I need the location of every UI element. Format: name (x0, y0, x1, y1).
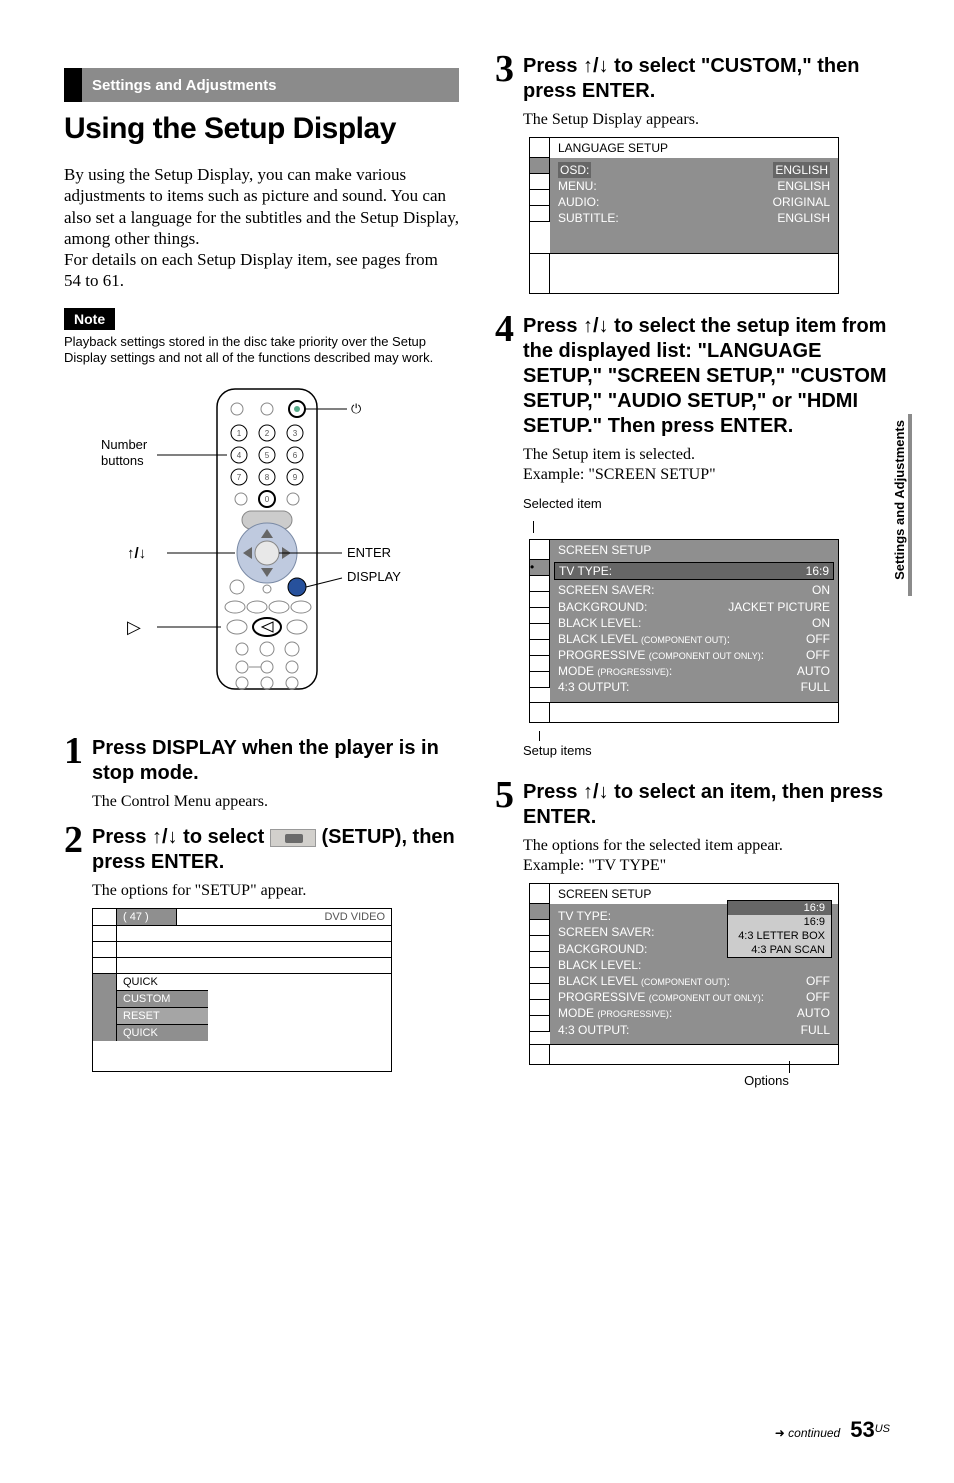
svg-text:buttons: buttons (101, 453, 144, 468)
setup-icon (270, 829, 316, 847)
svg-text:8: 8 (264, 473, 269, 482)
selected-item-label: Selected item (523, 496, 890, 511)
step-2: 2 Press ↑/↓ to select (SETUP), then pres… (64, 821, 459, 1072)
section-header: Settings and Adjustments (64, 68, 459, 102)
osd-language-setup: LANGUAGE SETUP OSD:ENGLISH MENU:ENGLISH … (529, 137, 839, 294)
step-4: 4 Press ↑/↓ to select the setup item fro… (495, 310, 890, 768)
page-footer: ➜ continued 53US (775, 1417, 890, 1443)
step-3-desc: The Setup Display appears. (523, 110, 890, 131)
step-4-heading: Press ↑/↓ to select the setup item from … (523, 314, 890, 439)
options-label: Options (643, 1073, 890, 1088)
step-2-heading: Press ↑/↓ to select (SETUP), then press … (92, 825, 459, 875)
step-1-heading: Press DISPLAY when the player is in stop… (92, 736, 459, 786)
svg-text:9: 9 (292, 473, 297, 482)
svg-text:6: 6 (292, 451, 297, 460)
section-header-text: Settings and Adjustments (82, 68, 459, 102)
page-title: Using the Setup Display (64, 112, 459, 146)
enter-label: ENTER (347, 545, 391, 560)
step-1: 1 Press DISPLAY when the player is in st… (64, 732, 459, 813)
setup-items-label: Setup items (523, 743, 890, 758)
power-icon-label: ⏻ (351, 401, 361, 416)
svg-text:4: 4 (236, 451, 241, 460)
svg-text:7: 7 (236, 473, 241, 482)
svg-text:1: 1 (236, 429, 241, 438)
note-text: Playback settings stored in the disc tak… (64, 334, 459, 368)
options-popup: 16:9 16:9 4:3 LETTER BOX 4:3 PAN SCAN (727, 900, 832, 958)
step-3: 3 Press ↑/↓ to select "CUSTOM," then pre… (495, 50, 890, 302)
svg-text:3: 3 (292, 429, 297, 438)
remote-diagram: ⏻ 1 2 3 4 5 6 7 8 9 0 Number (64, 383, 459, 708)
osd-setup-menu: ( 47 ) DVD VIDEO QUICK CUSTOM RESET (92, 908, 392, 1072)
note-label: Note (64, 308, 115, 330)
intro-paragraph: By using the Setup Display, you can make… (64, 164, 459, 292)
svg-text:▷: ▷ (127, 617, 141, 637)
osd-item-reset: RESET (117, 1008, 208, 1025)
osd-item-custom: CUSTOM (117, 991, 208, 1008)
osd-screen-setup: SCREEN SETUP • TV TYPE: 16:9 SCREEN SAVE… (529, 539, 839, 723)
side-tab-bar (908, 414, 912, 596)
step-2-desc: The options for "SETUP" appear. (92, 881, 459, 902)
svg-text:2: 2 (264, 429, 269, 438)
step-5-heading: Press ↑/↓ to select an item, then press … (523, 780, 890, 830)
step-5: 5 Press ↑/↓ to select an item, then pres… (495, 776, 890, 1088)
svg-text:0: 0 (264, 495, 269, 504)
display-label: DISPLAY (347, 569, 401, 584)
osd-tv-type: SCREEN SETUP TV TYPE:16:9 SCREEN SAVER: … (529, 883, 839, 1065)
arrow-icon: ➜ (775, 1426, 785, 1440)
svg-text:Number: Number (101, 437, 148, 452)
osd-item-quick2: QUICK (117, 1025, 208, 1041)
step-3-heading: Press ↑/↓ to select "CUSTOM," then press… (523, 54, 890, 104)
svg-text:5: 5 (264, 451, 269, 460)
side-tab: Settings and Adjustments (892, 420, 908, 580)
step-1-desc: The Control Menu appears. (92, 792, 459, 813)
svg-text:↑/↓: ↑/↓ (127, 545, 146, 562)
osd-item-quick: QUICK (117, 974, 208, 991)
